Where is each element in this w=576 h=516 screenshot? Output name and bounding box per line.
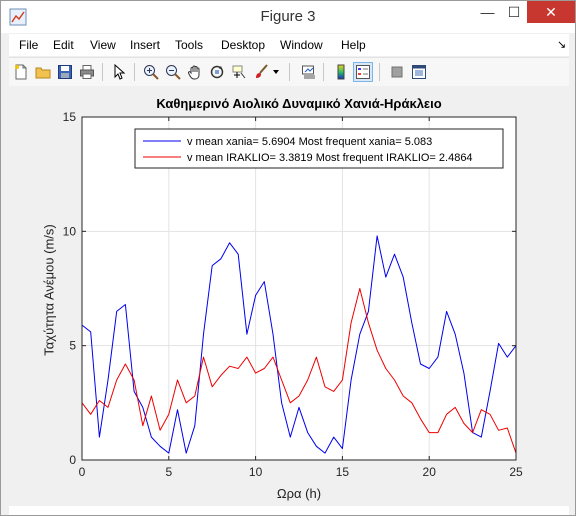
x-axis-label: Ωρα (h)	[276, 486, 322, 501]
x-tick-label: 0	[79, 465, 86, 479]
chart-title: Καθημερινό Αιολικό Δυναμικό Χανιά-Ηράκλε…	[156, 96, 442, 111]
x-tick-label: 20	[423, 465, 437, 479]
x-tick-label: 25	[509, 465, 523, 479]
y-axis-label: Ταχύτητα Ανέμου (m/s)	[41, 224, 57, 356]
y-tick-label: 15	[63, 110, 77, 124]
line-plot: 0 5 10 15 20 25 0 5 10 15 v mean xania= 5.6904 Mos…	[63, 110, 523, 479]
x-tick-label: 15	[336, 465, 350, 479]
y-tick-label: 10	[63, 224, 77, 238]
y-tick-label: 5	[69, 339, 76, 353]
legend-entry-1: v mean xania= 5.6904 Most frequent xania…	[187, 136, 432, 148]
x-tick-label: 5	[165, 465, 172, 479]
x-tick-label: 10	[249, 465, 263, 479]
legend-entry-2: v mean IRAKLIO= 3.3819 Most frequent IRA…	[187, 152, 473, 164]
y-tick-label: 0	[69, 453, 76, 467]
